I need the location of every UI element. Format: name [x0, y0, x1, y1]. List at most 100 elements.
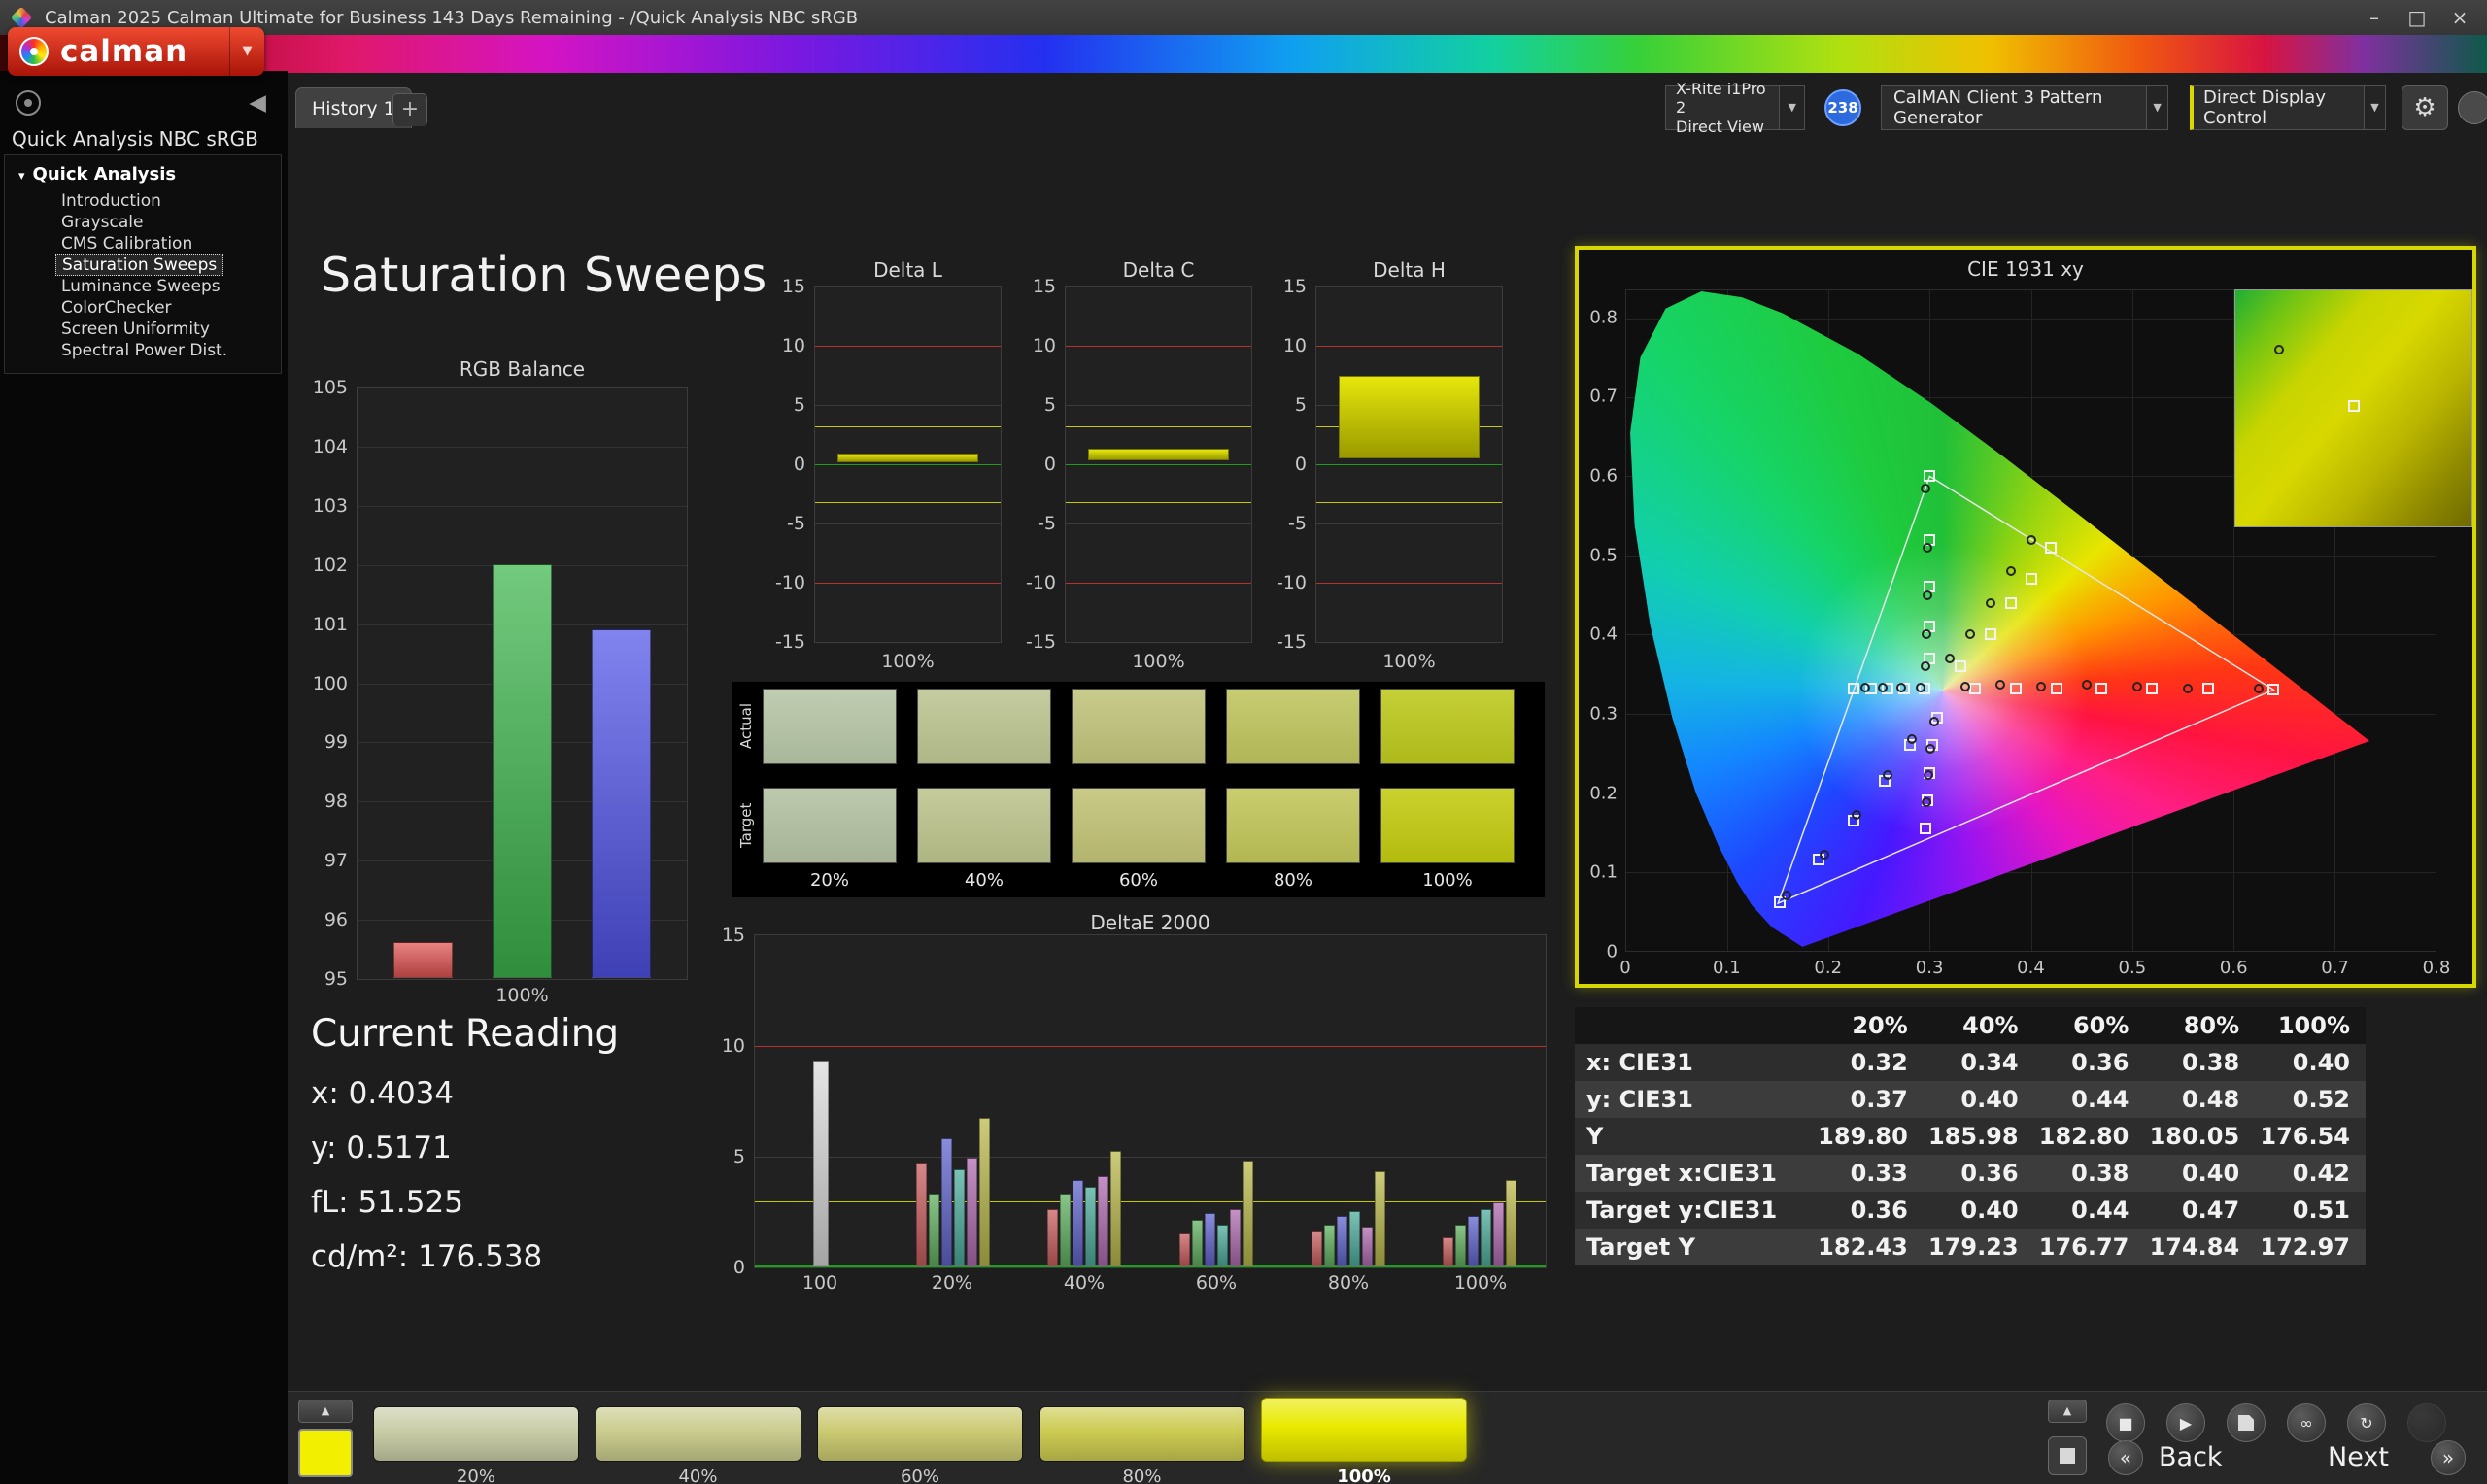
- stop-button[interactable]: ■: [2106, 1403, 2145, 1442]
- deltae-2000-chart: 0 5 10 15: [722, 925, 1547, 1278]
- next-chevrons-icon: »: [2441, 1446, 2455, 1469]
- pattern-swatch-80%[interactable]: 80%: [1039, 1398, 1245, 1484]
- app-icon: [10, 6, 33, 29]
- y-tick-label: 15: [1282, 276, 1307, 297]
- transport-up-button[interactable]: ▲: [2048, 1400, 2087, 1423]
- sidebar-item-spectral-power-dist-[interactable]: Spectral Power Dist.: [55, 340, 233, 361]
- chevron-down-icon[interactable]: ▼: [1779, 86, 1804, 129]
- measured-point: [2005, 566, 2016, 577]
- sidebar-item-colorchecker[interactable]: ColorChecker: [55, 297, 178, 319]
- sidebar-item-introduction[interactable]: Introduction: [55, 190, 167, 212]
- rgb-balance-title: RGB Balance: [459, 357, 586, 381]
- swatch-column-label: 100%: [1422, 870, 1473, 891]
- target-point: [1920, 822, 1932, 834]
- deltae-xlabels: 100 20% 40% 60% 80% 100%: [754, 1272, 1547, 1296]
- sidebar-item-saturation-sweeps[interactable]: Saturation Sweeps: [55, 254, 224, 276]
- sidebar-item-screen-uniformity[interactable]: Screen Uniformity: [55, 319, 216, 340]
- ref-line: [1066, 346, 1251, 347]
- chevron-down-icon[interactable]: ▼: [2146, 86, 2167, 129]
- ref-line: [815, 583, 1001, 584]
- sidebar-item-luminance-sweeps[interactable]: Luminance Sweeps: [55, 276, 226, 297]
- current-reading-title: Current Reading: [311, 1012, 620, 1056]
- deltae-bar: [953, 1168, 965, 1266]
- pattern-swatch-60%[interactable]: 60%: [817, 1398, 1023, 1484]
- table-cell: 0.40: [2255, 1044, 2366, 1081]
- y-tick-label: 0: [793, 454, 805, 475]
- sidebar-item-cms-calibration[interactable]: CMS Calibration: [55, 233, 198, 254]
- y-tick-label: 0.7: [1589, 386, 1618, 407]
- measured-point: [1928, 716, 1939, 726]
- measured-point: [1924, 770, 1934, 781]
- save-button[interactable]: [2227, 1403, 2266, 1442]
- deltae-bar: [812, 1060, 829, 1266]
- ref-line: [1066, 464, 1251, 465]
- transport-controls: ■ ▶ ∞ ↻: [2106, 1403, 2446, 1442]
- cie-inset-zoom: [2234, 289, 2472, 527]
- pattern-window-button[interactable]: [2048, 1436, 2087, 1475]
- calman-logo-menu[interactable]: calman ▼: [8, 27, 264, 76]
- calman-window: Calman 2025 Calman Ultimate for Business…: [0, 0, 2487, 1484]
- titlebar: Calman 2025 Calman Ultimate for Business…: [0, 0, 2487, 35]
- table-row-label: Target x:CIE31: [1575, 1155, 1813, 1192]
- measured-point: [1781, 890, 1791, 900]
- measured-point: [1882, 770, 1892, 781]
- pattern-swatch-40%[interactable]: 40%: [595, 1398, 801, 1484]
- minimize-button[interactable]: –: [2353, 0, 2396, 35]
- y-tick-label: 5: [732, 1146, 745, 1167]
- deltae-bar: [1323, 1224, 1335, 1266]
- swatch-label: 20%: [456, 1467, 495, 1484]
- current-reading-x: x: 0.4034: [311, 1076, 455, 1111]
- logo-caret-down-icon[interactable]: ▼: [229, 27, 264, 76]
- x-tick-label: 0.6: [2219, 958, 2248, 978]
- target-point: [2267, 684, 2280, 696]
- pattern-up-button[interactable]: ▲: [298, 1400, 353, 1423]
- loop-button[interactable]: ∞: [2287, 1403, 2326, 1442]
- y-tick-label: 10: [781, 335, 805, 356]
- play-button[interactable]: ▶: [2166, 1403, 2205, 1442]
- cie-title: CIE 1931 xy: [1967, 257, 2084, 281]
- loop-icon: ∞: [2300, 1413, 2313, 1433]
- ref-line: [1066, 425, 1251, 427]
- deltae-bar: [966, 1158, 977, 1266]
- pattern-generator-dropdown[interactable]: CalMAN Client 3 Pattern Generator ▼: [1881, 85, 2168, 130]
- refresh-button[interactable]: ↻: [2347, 1403, 2386, 1442]
- table-row-label: Target Y: [1575, 1229, 1813, 1265]
- table-cell: 176.77: [2033, 1229, 2145, 1265]
- pattern-window-icon: [2060, 1448, 2075, 1464]
- maximize-button[interactable]: □: [2396, 0, 2438, 35]
- table-header-100%: 100%: [2255, 1007, 2366, 1044]
- y-tick-label: 0: [1606, 941, 1618, 962]
- back-chevron-button[interactable]: «: [2108, 1440, 2143, 1475]
- toolbar-knob-button[interactable]: [2458, 91, 2487, 124]
- y-tick-label: 104: [312, 435, 348, 457]
- y-tick-label: -10: [774, 572, 805, 593]
- target-swatch-60%: [1072, 788, 1206, 863]
- tree-root-quick-analysis[interactable]: ▾ Quick Analysis: [5, 163, 281, 190]
- session-icon[interactable]: [16, 90, 41, 116]
- x-tick-label: 40%: [1063, 1272, 1106, 1294]
- display-control-dropdown[interactable]: Direct Display Control ▼: [2190, 85, 2386, 130]
- deltae-bar: [1110, 1151, 1122, 1266]
- close-button[interactable]: ×: [2438, 0, 2481, 35]
- next-button[interactable]: Next: [2328, 1440, 2389, 1475]
- meter-dropdown[interactable]: X-Rite i1Pro 2 Direct View ▼: [1665, 80, 1805, 136]
- pattern-swatch-20%[interactable]: 20%: [373, 1398, 579, 1484]
- table-cell: 176.54: [2255, 1118, 2366, 1155]
- extra-transport-button[interactable]: [2407, 1403, 2446, 1442]
- chevron-down-icon[interactable]: ▼: [2364, 86, 2385, 129]
- target-point: [1969, 682, 1982, 694]
- deltae-group-100%: [1443, 934, 1517, 1266]
- table-cell: 0.48: [2144, 1081, 2256, 1118]
- settings-gear-button[interactable]: ⚙: [2402, 85, 2448, 130]
- pattern-swatch-100%[interactable]: 100%: [1261, 1398, 1467, 1484]
- back-button[interactable]: Back: [2159, 1440, 2223, 1475]
- next-chevron-button[interactable]: »: [2431, 1440, 2466, 1475]
- x-tick-label: 100%: [1453, 1272, 1508, 1294]
- deltae-bar: [1060, 1193, 1072, 1266]
- sidebar-collapse-icon[interactable]: ◀: [249, 90, 266, 116]
- sidebar-item-grayscale[interactable]: Grayscale: [55, 212, 149, 233]
- y-tick-label: 5: [1043, 394, 1056, 416]
- table-cell: 0.40: [1923, 1192, 2034, 1229]
- tree-expand-icon[interactable]: ▾: [18, 165, 25, 188]
- add-tab-button[interactable]: +: [392, 93, 427, 126]
